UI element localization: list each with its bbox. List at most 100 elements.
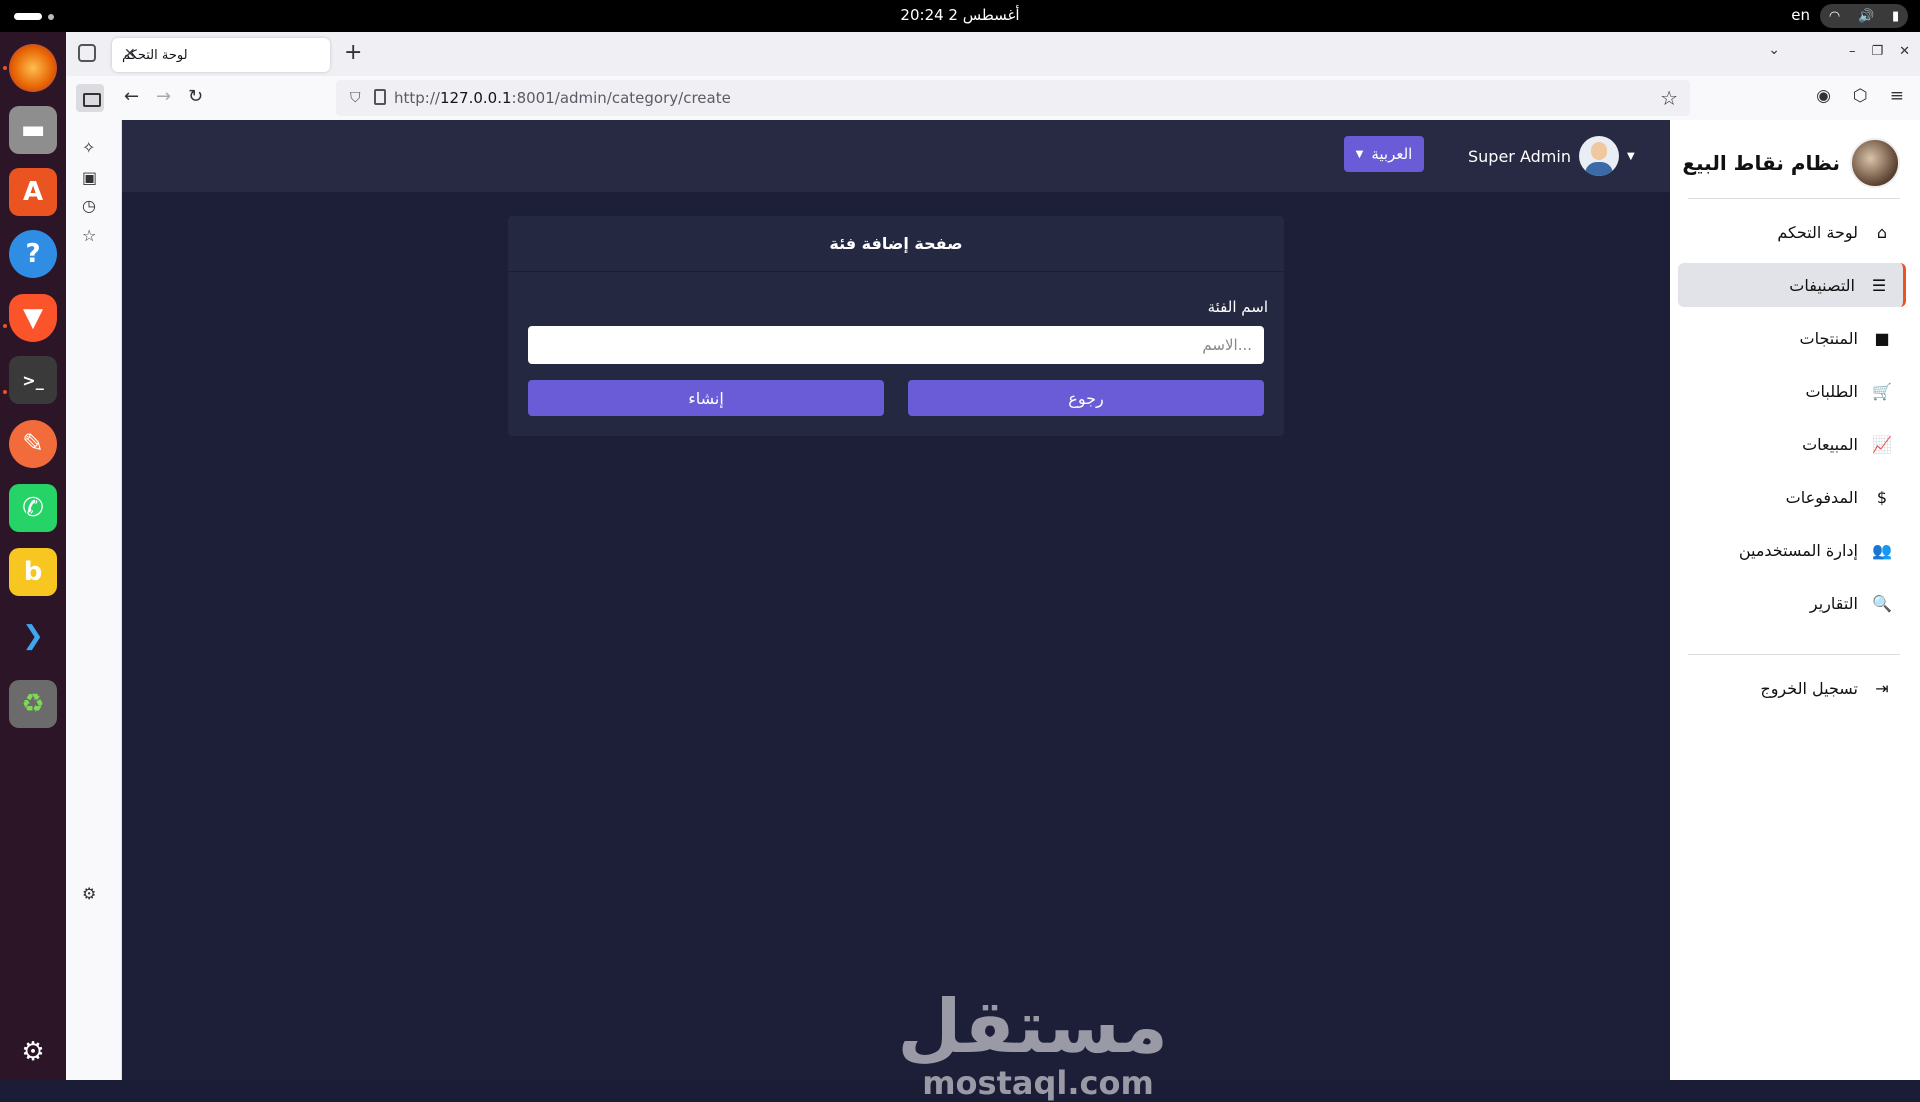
system-clock[interactable]: 20:24 2 أغسطس xyxy=(0,6,1920,24)
user-name: Super Admin xyxy=(1468,146,1571,166)
sidebar-item-label: المدفوعات xyxy=(1785,487,1858,507)
volume-icon: 🔊 xyxy=(1857,8,1875,24)
back-button[interactable]: رجوع xyxy=(908,380,1264,416)
watermark-arabic: مستقل xyxy=(897,984,1168,1070)
keyboard-language[interactable]: en xyxy=(1791,6,1810,24)
sidebar-item-categories[interactable]: ☰ التصنيفات xyxy=(1678,263,1906,307)
app-sidebar: نظام نقاط البيع ⌂ لوحة التحكم ☰ التصنيفا… xyxy=(1670,120,1920,1080)
sidebar-toggle-icon[interactable] xyxy=(76,84,104,112)
sidebar-item-label: لوحة التحكم xyxy=(1777,222,1858,242)
brave-icon[interactable]: ▼ xyxy=(9,294,57,342)
divider xyxy=(1688,198,1900,199)
sidebar-item-label: المبيعات xyxy=(1802,434,1858,454)
box-icon: ■ xyxy=(1874,328,1890,348)
cart-icon: 🛒 xyxy=(1872,381,1892,401)
bookmark-star-icon[interactable]: ☆ xyxy=(1660,86,1678,110)
help-icon[interactable]: ? xyxy=(9,230,57,278)
files-icon[interactable]: ▬ xyxy=(9,106,57,154)
logout-icon: ⇥ xyxy=(1875,678,1889,698)
brand-logo xyxy=(1850,138,1900,188)
tab-overview-icon[interactable] xyxy=(78,44,96,62)
dollar-icon: $ xyxy=(1876,487,1888,507)
firefox-window: لوحة التحكم ✕ + ⌄ – ❐ ✕ ← → ↻ ⛉ http://1… xyxy=(66,32,1920,1102)
sidebar-item-orders[interactable]: 🛒 الطلبات xyxy=(1678,369,1906,413)
beekeeper-icon[interactable]: b xyxy=(9,548,57,596)
nav-bar: ← → ↻ ⛉ http://127.0.0.1:8001/admin/cate… xyxy=(66,76,1920,120)
sidebar-item-reports[interactable]: 🔍 التقارير xyxy=(1678,581,1906,625)
ai-sparkle-icon[interactable]: ✧ xyxy=(82,138,95,157)
divider xyxy=(1688,654,1900,655)
shield-icon[interactable]: ⛉ xyxy=(350,90,361,106)
create-button[interactable]: إنشاء xyxy=(528,380,884,416)
show-apps-icon[interactable]: ⚙ xyxy=(9,1028,57,1076)
synced-tabs-icon[interactable]: ▣ xyxy=(82,168,97,187)
sidebar-item-dashboard[interactable]: ⌂ لوحة التحكم xyxy=(1678,210,1906,254)
close-tab-icon[interactable]: ✕ xyxy=(124,46,136,62)
account-icon[interactable]: ◉ xyxy=(1816,86,1831,106)
forward-arrow-icon[interactable]: → xyxy=(156,86,171,107)
table-list-icon: ☰ xyxy=(1871,275,1887,295)
home-icon: ⌂ xyxy=(1876,222,1888,242)
sidebar-item-label: إدارة المستخدمين xyxy=(1738,540,1858,560)
url-prefix: http:// xyxy=(394,89,440,107)
card-title: صفحة إضافة فئة xyxy=(508,216,1284,272)
back-arrow-icon[interactable]: ← xyxy=(124,86,139,107)
new-tab-icon[interactable]: + xyxy=(344,40,362,65)
pos-admin-app: العربية ▼ Super Admin ▼ نظام نقاط البيع … xyxy=(122,120,1920,1102)
running-indicator xyxy=(3,66,7,70)
sidebar-item-label: الطلبات xyxy=(1805,381,1858,401)
brand[interactable]: نظام نقاط البيع xyxy=(1682,138,1900,188)
avatar xyxy=(1578,136,1619,176)
maximize-icon[interactable]: ❐ xyxy=(1871,44,1883,59)
trash-icon[interactable]: ♻ xyxy=(9,680,57,728)
settings-gear-icon[interactable]: ⚙ xyxy=(82,884,96,903)
postman-icon[interactable]: ✎ xyxy=(9,420,57,468)
dock: ▬ A ? ▼ >_ ✎ ✆ b ❯ ♻ ⚙ xyxy=(0,32,66,1080)
reload-icon[interactable]: ↻ xyxy=(188,86,203,107)
vscode-icon[interactable]: ❯ xyxy=(9,612,57,660)
app-center-icon[interactable]: A xyxy=(9,168,57,216)
toolbar-right: ◉ ⬡ ≡ xyxy=(1816,86,1904,106)
extensions-icon[interactable]: ⬡ xyxy=(1853,86,1868,106)
tab-dashboard[interactable]: لوحة التحكم ✕ xyxy=(112,38,330,72)
users-icon: 👥 xyxy=(1872,540,1892,560)
system-top-bar: 20:24 2 أغسطس en ◠ 🔊 ▮ xyxy=(0,0,1920,32)
page-info-icon[interactable] xyxy=(374,89,386,105)
tab-strip: لوحة التحكم ✕ + ⌄ – ❐ ✕ xyxy=(66,32,1920,76)
caret-down-icon: ▼ xyxy=(1626,150,1635,162)
history-icon[interactable]: ◷ xyxy=(82,196,96,215)
system-tray[interactable]: ◠ 🔊 ▮ xyxy=(1820,4,1908,28)
category-name-label: اسم الفئة xyxy=(1207,298,1268,316)
close-window-icon[interactable]: ✕ xyxy=(1899,44,1910,59)
url-bar[interactable]: ⛉ http://127.0.0.1:8001/admin/category/c… xyxy=(336,80,1690,116)
sidebar-item-label: التقارير xyxy=(1809,593,1858,613)
running-indicator xyxy=(3,324,7,328)
category-name-input[interactable] xyxy=(528,326,1264,364)
url-host: 127.0.0.1 xyxy=(439,89,512,107)
sidebar-item-label: التصنيفات xyxy=(1789,275,1855,295)
user-menu[interactable]: Super Admin ▼ xyxy=(1468,136,1635,176)
sidebar-item-label: تسجيل الخروج xyxy=(1760,678,1858,698)
language-dropdown[interactable]: العربية ▼ xyxy=(1344,136,1424,172)
watermark: مستقل mostaql.com xyxy=(897,984,1168,1102)
terminal-icon[interactable]: >_ xyxy=(9,356,57,404)
running-indicator xyxy=(3,390,7,394)
chart-line-icon: 📈 xyxy=(1872,434,1892,454)
whatsapp-icon[interactable]: ✆ xyxy=(9,484,57,532)
search-chart-icon: 🔍 xyxy=(1872,593,1892,613)
sidebar-item-sales[interactable]: 📈 المبيعات xyxy=(1678,422,1906,466)
sidebar-item-logout[interactable]: ⇥ تسجيل الخروج xyxy=(1678,666,1906,710)
sidebar-item-products[interactable]: ■ المنتجات xyxy=(1678,316,1906,360)
firefox-icon[interactable] xyxy=(9,44,57,92)
sidebar-item-payments[interactable]: $ المدفوعات xyxy=(1678,475,1906,519)
window-controls: – ❐ ✕ xyxy=(1849,44,1910,59)
url-path: :8001/admin/category/create xyxy=(511,89,731,107)
sidebar-item-label: المنتجات xyxy=(1799,328,1859,348)
brand-title: نظام نقاط البيع xyxy=(1682,151,1840,175)
chevron-down-icon[interactable]: ⌄ xyxy=(1768,42,1780,58)
menu-icon[interactable]: ≡ xyxy=(1890,86,1904,106)
sidebar-item-users[interactable]: 👥 إدارة المستخدمين xyxy=(1678,528,1906,572)
top-header: العربية ▼ Super Admin ▼ xyxy=(122,120,1670,192)
bookmarks-icon[interactable]: ☆ xyxy=(82,226,96,245)
minimize-icon[interactable]: – xyxy=(1849,44,1856,59)
